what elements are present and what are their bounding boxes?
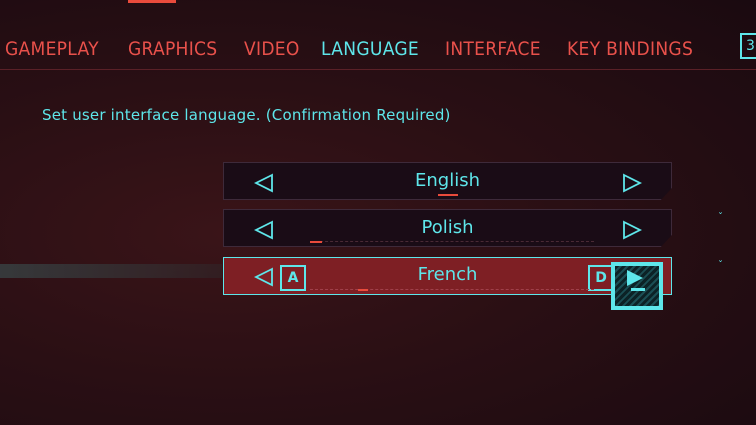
settings-tab-bar: GAMEPLAY GRAPHICS VIDEO LANGUAGE INTERFA… <box>0 30 756 70</box>
voiceover-language-selector-row[interactable]: Polish <box>223 209 672 247</box>
play-next-icon[interactable] <box>611 262 663 310</box>
row-marker-icon: ˇ <box>718 212 723 223</box>
tab-interface[interactable]: INTERFACE <box>445 38 541 60</box>
option-position-indicator <box>438 194 458 196</box>
selected-language-value: English <box>415 170 480 191</box>
option-position-indicator <box>358 289 368 291</box>
language-selector-row[interactable]: English <box>223 162 672 200</box>
next-tab-key-hint[interactable]: 3 <box>740 33 756 59</box>
option-position-indicator <box>310 241 322 243</box>
top-accent-line <box>128 0 176 3</box>
tab-video[interactable]: VIDEO <box>244 38 300 60</box>
option-track <box>310 241 594 242</box>
option-track <box>310 289 594 290</box>
tab-key-bindings[interactable]: KEY BINDINGS <box>567 38 693 60</box>
setting-description: Set user interface language. (Confirmati… <box>42 106 451 124</box>
selection-highlight-bar <box>0 264 222 278</box>
selected-language-value: Polish <box>421 217 474 238</box>
tab-graphics[interactable]: GRAPHICS <box>128 38 217 60</box>
tab-language[interactable]: LANGUAGE <box>321 38 419 60</box>
subtitles-language-selector-row[interactable]: A French D <box>223 257 672 295</box>
row-marker-icon: ˇ <box>718 260 723 271</box>
tab-gameplay[interactable]: GAMEPLAY <box>5 38 99 60</box>
